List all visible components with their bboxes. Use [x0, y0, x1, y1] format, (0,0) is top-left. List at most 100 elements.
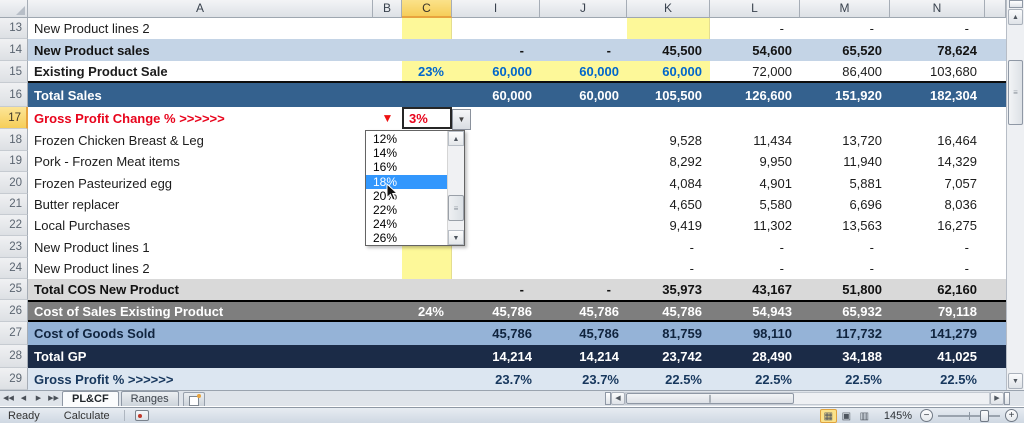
- cell-A14[interactable]: New Product sales: [28, 39, 373, 61]
- cell-I22[interactable]: [452, 215, 540, 236]
- horizontal-scrollbar-track[interactable]: ∥: [625, 391, 990, 405]
- cell-K14[interactable]: 45,500: [627, 39, 710, 61]
- cell-K18[interactable]: 9,528: [627, 129, 710, 151]
- cell-A17[interactable]: Gross Profit Change % >>>>>>: [28, 107, 373, 129]
- sheet-tab-Ranges[interactable]: Ranges: [120, 391, 179, 406]
- cell-L16[interactable]: 126,600: [710, 83, 800, 107]
- cell-I16[interactable]: 60,000: [452, 83, 540, 107]
- cell-M24[interactable]: -: [800, 258, 890, 279]
- cell-A25[interactable]: Total COS New Product: [28, 279, 373, 300]
- status-calculate[interactable]: Calculate: [64, 410, 110, 422]
- cell-I18[interactable]: [452, 129, 540, 151]
- cell-L19[interactable]: 9,950: [710, 151, 800, 172]
- cell-N15[interactable]: 103,680: [890, 61, 985, 81]
- cell-C14[interactable]: [402, 39, 452, 61]
- row-header-25[interactable]: 25: [0, 279, 28, 300]
- cell-K13[interactable]: [627, 18, 710, 39]
- col-header-M[interactable]: M: [800, 0, 890, 18]
- cell-J27[interactable]: 45,786: [540, 322, 627, 345]
- split-handle[interactable]: [1009, 0, 1023, 8]
- cell-J17[interactable]: [540, 107, 627, 129]
- first-sheet-button[interactable]: ◀◀: [2, 393, 15, 405]
- row-header-15[interactable]: 15: [0, 61, 28, 83]
- cell-A13[interactable]: New Product lines 2: [28, 18, 373, 39]
- cell-A28[interactable]: Total GP: [28, 345, 373, 368]
- macro-record-icon[interactable]: [134, 410, 149, 421]
- cell-J21[interactable]: [540, 194, 627, 215]
- cell-N18[interactable]: 16,464: [890, 129, 985, 151]
- cell-M27[interactable]: 117,732: [800, 322, 890, 345]
- cell-B27[interactable]: [373, 322, 402, 345]
- cell-J26[interactable]: 45,786: [540, 302, 627, 320]
- row-header-19[interactable]: 19: [0, 151, 28, 172]
- cell-B16[interactable]: [373, 83, 402, 107]
- cell-A23[interactable]: New Product lines 1: [28, 236, 373, 258]
- cell-I13[interactable]: [452, 18, 540, 39]
- scroll-up-icon[interactable]: ▲: [1008, 9, 1023, 25]
- cell-J22[interactable]: [540, 215, 627, 236]
- cell-M16[interactable]: 151,920: [800, 83, 890, 107]
- cell-C29[interactable]: [402, 368, 452, 390]
- cell-N20[interactable]: 7,057: [890, 172, 985, 194]
- normal-view-button[interactable]: ▦: [819, 408, 837, 423]
- row-header-21[interactable]: 21: [0, 194, 28, 215]
- cell-A27[interactable]: Cost of Goods Sold: [28, 322, 373, 345]
- row-header-26[interactable]: 26: [0, 300, 28, 322]
- zoom-out-button[interactable]: −: [920, 409, 933, 422]
- scroll-down-icon[interactable]: ▼: [1008, 373, 1023, 389]
- dropdown-option-22%[interactable]: 22%: [366, 203, 447, 217]
- cell-C16[interactable]: [402, 83, 452, 107]
- page-layout-view-button[interactable]: ▣: [838, 409, 855, 423]
- row-header-13[interactable]: 13: [0, 18, 28, 39]
- row-header-28[interactable]: 28: [0, 345, 28, 368]
- cell-N29[interactable]: 22.5%: [890, 368, 985, 390]
- row-header-23[interactable]: 23: [0, 236, 28, 258]
- cell-M28[interactable]: 34,188: [800, 345, 890, 368]
- cell-A16[interactable]: Total Sales: [28, 83, 373, 107]
- dropdown-option-14%[interactable]: 14%: [366, 146, 447, 160]
- cell-L23[interactable]: -: [710, 236, 800, 258]
- cell-M20[interactable]: 5,881: [800, 172, 890, 194]
- cell-C17[interactable]: 3%: [402, 107, 452, 129]
- cell-I21[interactable]: [452, 194, 540, 215]
- cell-J20[interactable]: [540, 172, 627, 194]
- cell-K15[interactable]: 60,000: [627, 61, 710, 81]
- cell-C13[interactable]: [402, 18, 452, 39]
- row-header-16[interactable]: 16: [0, 83, 28, 107]
- cell-N22[interactable]: 16,275: [890, 215, 985, 236]
- col-header-L[interactable]: L: [710, 0, 800, 18]
- cell-K23[interactable]: -: [627, 236, 710, 258]
- cell-M19[interactable]: 11,940: [800, 151, 890, 172]
- cell-L21[interactable]: 5,580: [710, 194, 800, 215]
- cell-J15[interactable]: 60,000: [540, 61, 627, 81]
- cell-M18[interactable]: 13,720: [800, 129, 890, 151]
- cell-C26[interactable]: 24%: [402, 302, 452, 320]
- data-validation-dropdown-button[interactable]: ▼: [452, 109, 471, 130]
- cell-L26[interactable]: 54,943: [710, 302, 800, 320]
- cell-M29[interactable]: 22.5%: [800, 368, 890, 390]
- dropdown-option-18%[interactable]: 18%: [366, 174, 447, 189]
- cell-B14[interactable]: [373, 39, 402, 61]
- cell-K21[interactable]: 4,650: [627, 194, 710, 215]
- dropdown-option-12%[interactable]: 12%: [366, 132, 447, 146]
- cell-I25[interactable]: -: [452, 279, 540, 300]
- col-header-J[interactable]: J: [540, 0, 627, 18]
- cell-C27[interactable]: [402, 322, 452, 345]
- cell-L18[interactable]: 11,434: [710, 129, 800, 151]
- cell-K17[interactable]: [627, 107, 710, 129]
- col-header-K[interactable]: K: [627, 0, 710, 18]
- sheet-tab-PL&CF[interactable]: PL&CF: [62, 391, 119, 406]
- cell-M15[interactable]: 86,400: [800, 61, 890, 81]
- cell-A21[interactable]: Butter replacer: [28, 194, 373, 215]
- zoom-level[interactable]: 145%: [884, 410, 912, 422]
- cell-K19[interactable]: 8,292: [627, 151, 710, 172]
- cell-J13[interactable]: [540, 18, 627, 39]
- dropdown-option-16%[interactable]: 16%: [366, 160, 447, 174]
- cell-L20[interactable]: 4,901: [710, 172, 800, 194]
- row-header-17[interactable]: 17: [0, 107, 28, 129]
- cell-B25[interactable]: [373, 279, 402, 300]
- insert-worksheet-button[interactable]: [182, 391, 205, 406]
- cell-B13[interactable]: [373, 18, 402, 39]
- cell-N28[interactable]: 41,025: [890, 345, 985, 368]
- row-header-24[interactable]: 24: [0, 258, 28, 279]
